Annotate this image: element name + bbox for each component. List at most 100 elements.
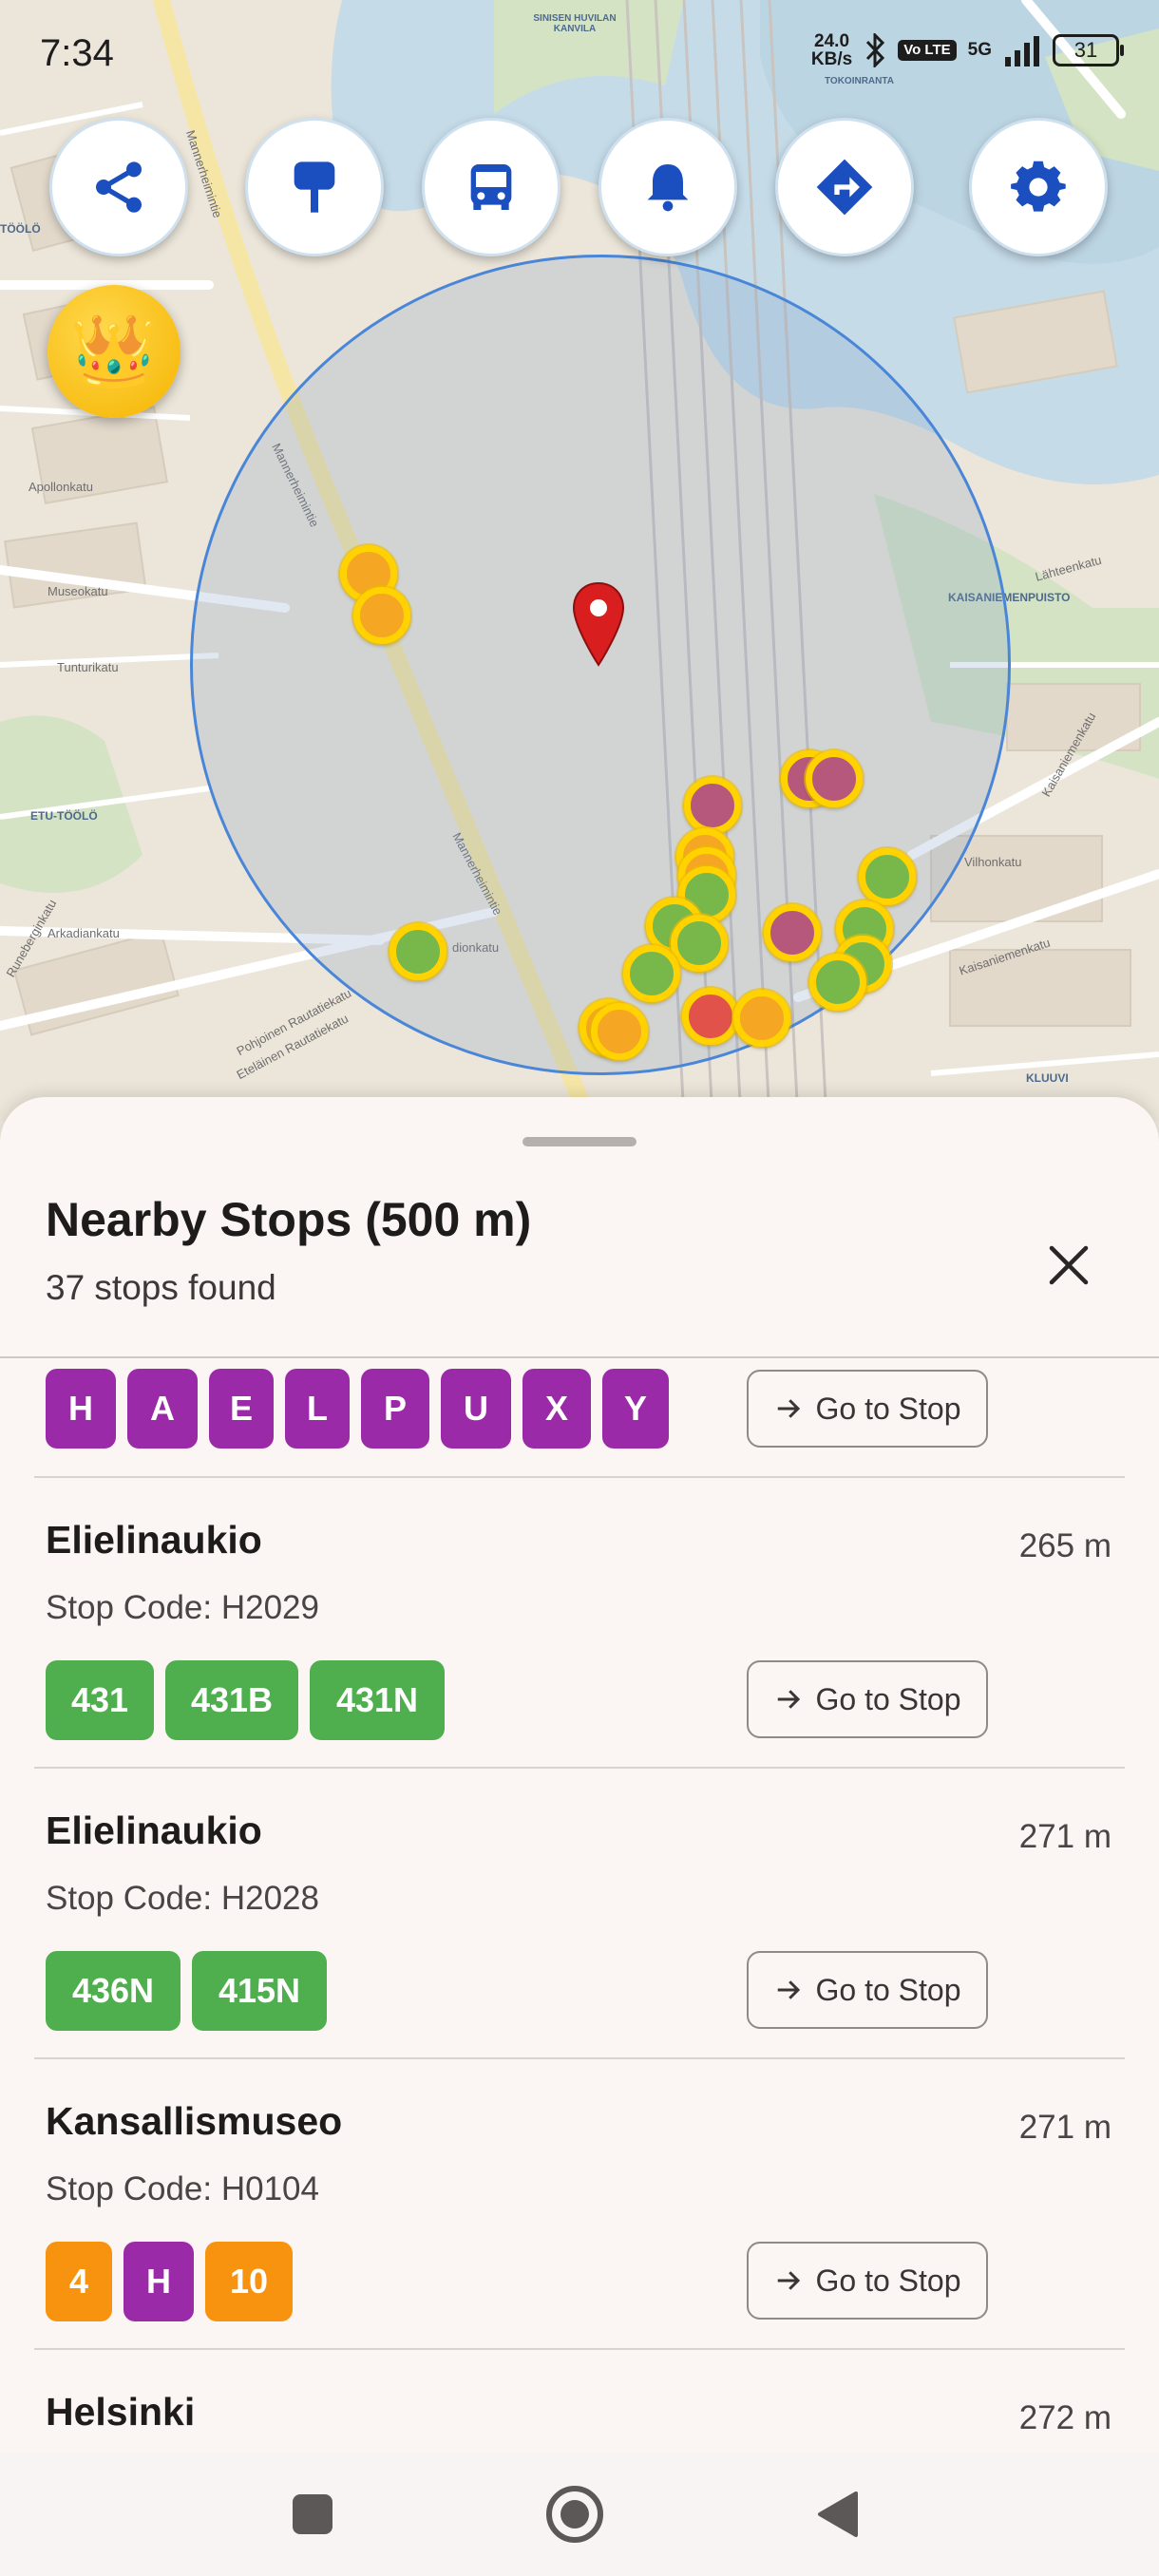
home-icon <box>546 2486 603 2543</box>
stop-sign-button[interactable] <box>245 118 384 256</box>
status-time: 7:34 <box>40 32 114 74</box>
route-chip: U <box>441 1369 511 1449</box>
settings-button[interactable] <box>969 118 1108 256</box>
close-button[interactable] <box>1036 1232 1102 1298</box>
drag-handle[interactable] <box>522 1137 636 1146</box>
directions-icon <box>816 159 873 216</box>
go-to-stop-label: Go to Stop <box>815 1681 961 1716</box>
gear-icon <box>1011 161 1066 212</box>
street-label: Tunturikatu <box>57 660 119 674</box>
route-chip: L <box>285 1369 350 1449</box>
go-to-stop-button[interactable]: Go to Stop <box>747 1660 988 1738</box>
stop-code: Stop Code: H0104 <box>46 2170 319 2207</box>
stop-marker[interactable] <box>671 915 728 972</box>
bus-button[interactable] <box>422 118 560 256</box>
bus-icon <box>470 164 512 210</box>
stop-code: Stop Code: H2029 <box>46 1589 319 1626</box>
stop-marker[interactable] <box>623 945 680 1002</box>
volte-badge: Vo LTE <box>898 40 957 61</box>
street-label: Vilhonkatu <box>964 855 1022 869</box>
nearby-stops-sheet[interactable]: Nearby Stops (500 m) 37 stops found H A … <box>0 1097 1159 2576</box>
share-icon <box>96 161 142 213</box>
bus-stop-sign-icon <box>294 161 335 213</box>
arrow-right-icon <box>777 1980 800 1999</box>
row-divider <box>34 1767 1125 1769</box>
back-button[interactable] <box>804 2481 870 2548</box>
notifications-button[interactable] <box>598 118 737 256</box>
stop-name: Kansallismuseo <box>46 2099 343 2143</box>
route-chip: 436N <box>46 1951 180 2031</box>
stop-marker[interactable] <box>806 750 863 807</box>
home-button[interactable] <box>542 2481 608 2548</box>
network-speed-unit: KB/s <box>810 49 853 69</box>
area-label: KLUUVI <box>1026 1071 1069 1085</box>
go-to-stop-button[interactable]: Go to Stop <box>747 1370 988 1448</box>
route-chip: 431B <box>165 1660 298 1740</box>
route-chip: 415N <box>192 1951 327 2031</box>
bell-icon <box>647 164 689 212</box>
street-label: Apollonkatu <box>28 480 93 494</box>
system-nav-bar <box>0 2453 1159 2576</box>
go-to-stop-label: Go to Stop <box>815 1972 961 2007</box>
arrow-right-icon <box>777 1690 800 1709</box>
go-to-stop-button[interactable]: Go to Stop <box>747 1951 988 2029</box>
stop-marker[interactable] <box>684 777 741 834</box>
go-to-stop-button[interactable]: Go to Stop <box>747 2242 988 2320</box>
route-chip: 4 <box>46 2242 112 2321</box>
route-chip: E <box>209 1369 274 1449</box>
stop-marker[interactable] <box>859 848 916 905</box>
route-chip: H <box>46 1369 116 1449</box>
crown-icon: 👑 <box>69 311 159 390</box>
stop-name: Elielinaukio <box>46 1518 262 1562</box>
stop-marker[interactable] <box>733 990 790 1047</box>
network-speed-value: 24.0 <box>814 31 850 51</box>
street-label: Museokatu <box>48 584 108 598</box>
stop-distance: 271 m <box>1018 2109 1112 2146</box>
go-to-stop-label: Go to Stop <box>815 1391 961 1426</box>
stop-marker[interactable] <box>591 1003 648 1060</box>
stop-marker[interactable] <box>682 988 739 1045</box>
route-chip: A <box>127 1369 198 1449</box>
back-icon <box>818 2491 858 2537</box>
row-divider <box>34 2348 1125 2350</box>
arrow-right-icon <box>777 2271 800 2290</box>
stop-marker[interactable] <box>390 923 446 980</box>
arrow-right-icon <box>777 1399 800 1418</box>
street-label: Arkadiankatu <box>48 926 120 940</box>
stop-marker[interactable] <box>353 587 410 644</box>
network-type: 5G <box>967 40 992 60</box>
stops-count: 37 stops found <box>46 1268 276 1307</box>
bluetooth-icon <box>866 33 885 67</box>
stop-name: Helsinki <box>46 2390 196 2434</box>
row-divider <box>34 2057 1125 2059</box>
directions-button[interactable] <box>775 118 914 256</box>
network-speed: 24.0 KB/s <box>811 32 852 68</box>
close-icon <box>1049 1245 1089 1285</box>
route-chip: Y <box>602 1369 669 1449</box>
route-chip: 431 <box>46 1660 154 1740</box>
route-chip: H <box>124 2242 194 2321</box>
status-bar: 7:34 24.0 KB/s Vo LTE 5G 31 <box>0 0 1159 104</box>
stop-marker[interactable] <box>809 954 866 1011</box>
premium-button[interactable]: 👑 <box>48 285 180 418</box>
stop-distance: 265 m <box>1018 1527 1112 1564</box>
stop-code: Stop Code: H2028 <box>46 1880 319 1917</box>
route-chip: X <box>522 1369 591 1449</box>
stop-name: Elielinaukio <box>46 1809 262 1852</box>
signal-icon <box>1005 36 1039 66</box>
route-chip: 10 <box>205 2242 293 2321</box>
recents-button[interactable] <box>279 2481 346 2548</box>
recents-icon <box>293 2494 332 2534</box>
area-label: TÖÖLÖ <box>0 222 41 236</box>
stop-marker[interactable] <box>764 904 821 961</box>
map-view[interactable]: Mannerheimintie Mannerheimintie Mannerhe… <box>0 0 1159 1121</box>
sheet-title: Nearby Stops (500 m) <box>46 1193 532 1246</box>
share-button[interactable] <box>49 118 188 256</box>
sheet-divider <box>0 1356 1159 1358</box>
route-chip: 431N <box>310 1660 445 1740</box>
status-icons: 24.0 KB/s Vo LTE 5G 31 <box>811 32 1124 68</box>
route-chip: P <box>361 1369 429 1449</box>
area-label: ETU-TÖÖLÖ <box>30 809 98 823</box>
battery-level: 31 <box>1074 38 1098 62</box>
location-pin-icon[interactable] <box>570 581 627 669</box>
